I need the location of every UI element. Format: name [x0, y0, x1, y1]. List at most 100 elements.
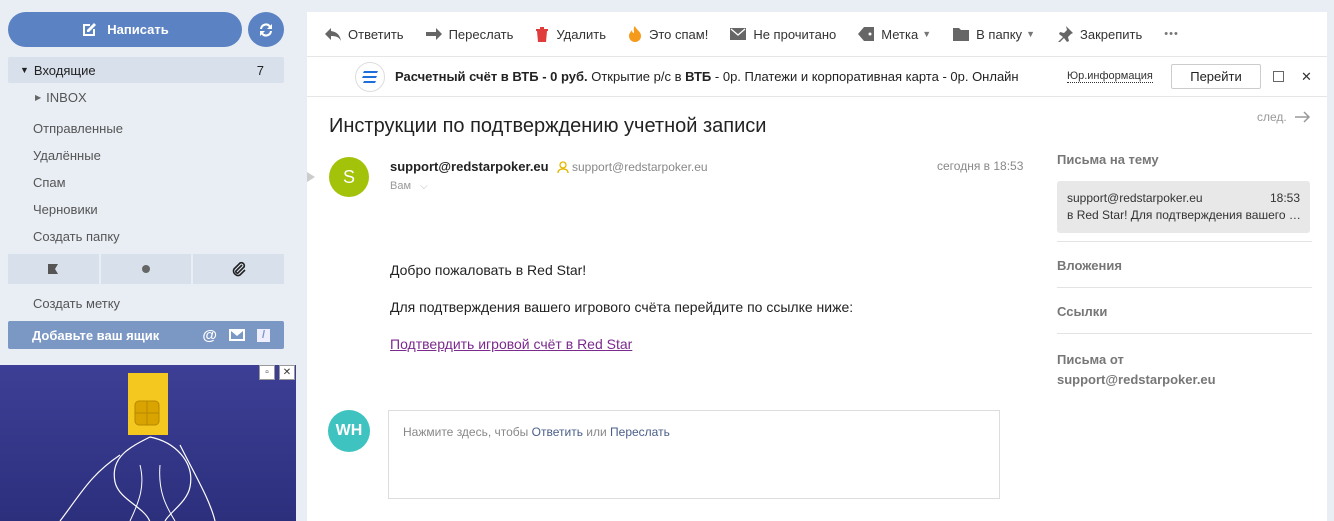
folder-drafts[interactable]: Черновики	[8, 196, 284, 222]
confirm-account-link[interactable]: Подтвердить игровой счёт в Red Star	[390, 336, 632, 352]
label-button[interactable]: Метка ▼	[858, 27, 931, 42]
filter-attachments-button[interactable]	[193, 254, 285, 284]
folder-icon	[953, 28, 970, 41]
reply-label: Ответить	[348, 26, 404, 42]
from-sender-title-line: support@redstarpoker.eu	[1057, 372, 1216, 387]
folder-deleted[interactable]: Удалённые	[8, 142, 284, 168]
ad-close-icon[interactable]: ✕	[1301, 69, 1312, 85]
triangle-down-icon[interactable]: ▼	[20, 65, 29, 75]
sender-name[interactable]: support@redstarpoker.eu	[390, 159, 549, 174]
delete-button[interactable]: Удалить	[535, 26, 606, 42]
folder-label: INBOX	[46, 89, 87, 105]
refresh-icon	[260, 22, 272, 37]
body-greeting: Добро пожаловать в Red Star!	[390, 262, 587, 278]
sender-address[interactable]: support@redstarpoker.eu	[557, 160, 708, 174]
arrow-right-icon	[1294, 111, 1310, 123]
pencil-icon	[83, 22, 97, 36]
triangle-right-icon[interactable]: ▶	[35, 93, 41, 102]
sidebar-ad-banner[interactable]: ▫ ✕	[0, 365, 296, 521]
sidebar: Написать ▼ Входящие 7 ▶ INBOX Отправленн…	[0, 0, 300, 521]
tag-icon	[858, 27, 875, 41]
folder-label: Удалённые	[33, 147, 101, 163]
quick-reply-box[interactable]: Нажмите здесь, чтобы Ответить или Пересл…	[388, 410, 1000, 499]
quick-forward-link[interactable]: Переслать	[610, 425, 670, 439]
folder-label: Создать папку	[33, 228, 120, 244]
gmail-icon	[229, 329, 245, 341]
folder-inbox[interactable]: ▼ Входящие 7	[8, 57, 284, 83]
next-label: след.	[1257, 110, 1287, 124]
compose-label: Написать	[107, 22, 169, 37]
message-panel: Ответить Переслать Удалить Это спам! Не …	[307, 12, 1327, 521]
unread-label: Не прочитано	[753, 26, 837, 42]
folder-label: Черновики	[33, 201, 98, 217]
ad-text-part: Открытие р/с в	[587, 69, 686, 84]
paperclip-icon	[232, 261, 246, 277]
more-button[interactable]: •••	[1164, 28, 1179, 40]
ad-close-button[interactable]: ✕	[279, 365, 295, 380]
message-subject: Инструкции по подтверждению учетной запи…	[329, 115, 767, 137]
folder-inbox-sub[interactable]: ▶ INBOX	[8, 84, 284, 110]
ad-options-icon[interactable]	[1273, 71, 1284, 82]
ad-expand-button[interactable]: ▫	[259, 365, 275, 380]
thread-time: 18:53	[1269, 191, 1300, 205]
slash-icon: /	[257, 328, 270, 342]
recipient-toggle[interactable]: Вам ⌵	[390, 180, 428, 192]
forward-label: Переслать	[448, 26, 514, 42]
move-to-folder-button[interactable]: В папку ▼	[953, 27, 1035, 42]
ad-text[interactable]: Расчетный счёт в ВТБ - 0 руб. Открытие р…	[395, 69, 1055, 84]
links-section-title[interactable]: Ссылки	[1057, 304, 1312, 319]
filter-bar	[8, 254, 285, 284]
envelope-icon	[730, 28, 747, 40]
spam-button[interactable]: Это спам!	[628, 26, 708, 42]
mark-unread-button[interactable]: Не прочитано	[730, 27, 836, 42]
flag-toggle[interactable]	[307, 172, 315, 182]
compose-button[interactable]: Написать	[8, 12, 242, 47]
folder-label: Спам	[33, 174, 66, 190]
sender-address-text: support@redstarpoker.eu	[572, 160, 708, 174]
folder-sent[interactable]: Отправленные	[8, 115, 284, 141]
reply-button[interactable]: Ответить	[325, 27, 404, 42]
recipient-label: Вам	[390, 180, 412, 192]
label-label: Метка	[881, 26, 919, 42]
message-toolbar: Ответить Переслать Удалить Это спам! Не …	[307, 12, 1327, 57]
thread-from: support@redstarpoker.eu	[1067, 191, 1203, 205]
folder-spam[interactable]: Спам	[8, 169, 284, 195]
at-icon: @	[202, 326, 217, 344]
from-sender-section-title[interactable]: Письма от support@redstarpoker.eu	[1057, 350, 1312, 390]
hint-text: или	[582, 425, 611, 439]
forward-button[interactable]: Переслать	[425, 26, 514, 42]
more-icon: •••	[1164, 28, 1179, 40]
pin-label: Закрепить	[1079, 26, 1143, 42]
ad-illustration	[59, 373, 216, 521]
add-mailbox-button[interactable]: Добавьте ваш ящик @ /	[8, 321, 284, 349]
refresh-button[interactable]	[248, 12, 284, 47]
reply-icon	[325, 28, 341, 41]
filter-unread-button[interactable]	[100, 254, 192, 284]
divider	[1057, 333, 1312, 334]
ad-legal-info-link[interactable]: Юр.информация	[1067, 70, 1153, 83]
create-folder-link[interactable]: Создать папку	[8, 223, 284, 249]
move-label: В папку	[976, 26, 1023, 42]
body-instruction: Для подтверждения вашего игрового счёта …	[390, 299, 854, 315]
attachments-section-title[interactable]: Вложения	[1057, 258, 1312, 273]
divider	[1057, 287, 1312, 288]
ad-go-button[interactable]: Перейти	[1171, 64, 1261, 89]
dot-icon	[142, 265, 150, 273]
quick-reply-link[interactable]: Ответить	[532, 425, 583, 439]
sender-avatar[interactable]: S	[329, 157, 369, 197]
hint-text: Нажмите здесь, чтобы	[403, 425, 532, 439]
pin-icon	[1057, 26, 1073, 42]
create-label-link[interactable]: Создать метку	[8, 290, 284, 316]
vtb-logo-icon	[355, 61, 385, 92]
thread-section-title[interactable]: Письма на тему	[1057, 152, 1312, 167]
message-time: сегодня в 18:53	[937, 159, 1024, 173]
trash-icon	[536, 27, 549, 42]
filter-flagged-button[interactable]	[8, 254, 99, 284]
fire-icon	[629, 26, 642, 42]
from-sender-title-line: Письма от	[1057, 352, 1124, 367]
pin-button[interactable]: Закрепить	[1057, 26, 1142, 42]
ad-text-bold: ВТБ	[685, 69, 712, 84]
next-message-link[interactable]: след.	[1257, 110, 1311, 124]
folder-label: Входящие	[33, 62, 96, 78]
thread-item[interactable]: support@redstarpoker.eu 18:53 в Red Star…	[1057, 181, 1310, 233]
